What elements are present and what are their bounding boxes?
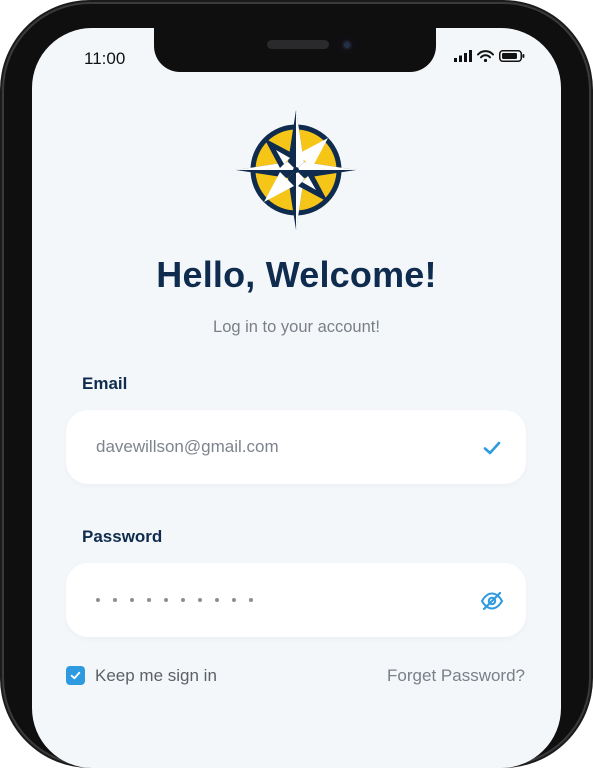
- checkmark-icon: [483, 441, 501, 455]
- email-field[interactable]: [66, 410, 526, 484]
- forgot-password-link[interactable]: Forget Password?: [387, 666, 525, 686]
- app-screen: 11:00 Hello, Welcome! Log in to your acc…: [32, 28, 561, 768]
- password-input[interactable]: [96, 598, 253, 602]
- checkbox-check-icon: [70, 671, 81, 680]
- password-mask-dot: [113, 598, 117, 602]
- status-time: 11:00: [84, 49, 126, 68]
- page-title: Hello, Welcome!: [156, 254, 437, 295]
- compass-logo-icon: [236, 110, 356, 230]
- password-mask-dot: [130, 598, 134, 602]
- earpiece-speaker: [267, 40, 329, 49]
- password-mask-dot: [215, 598, 219, 602]
- keep-signed-in-checkbox[interactable]: [66, 666, 85, 685]
- email-input[interactable]: [96, 437, 456, 457]
- wifi-icon: [477, 50, 494, 62]
- eye-slash-icon[interactable]: [480, 589, 504, 613]
- page-subtitle: Log in to your account!: [213, 318, 380, 336]
- notch: [154, 28, 436, 72]
- email-label: Email: [82, 374, 128, 393]
- status-icons: [454, 50, 525, 62]
- password-mask-dot: [181, 598, 185, 602]
- password-label: Password: [82, 527, 163, 546]
- password-mask-dot: [96, 598, 100, 602]
- keep-signed-in-label[interactable]: Keep me sign in: [95, 666, 217, 686]
- password-mask-dot: [147, 598, 151, 602]
- password-field[interactable]: [66, 563, 526, 637]
- password-mask-dot: [249, 598, 253, 602]
- cellular-signal-icon: [454, 50, 472, 62]
- password-mask-dot: [164, 598, 168, 602]
- battery-icon: [499, 50, 525, 62]
- password-mask-dot: [232, 598, 236, 602]
- front-camera: [338, 36, 356, 54]
- password-mask-dot: [198, 598, 202, 602]
